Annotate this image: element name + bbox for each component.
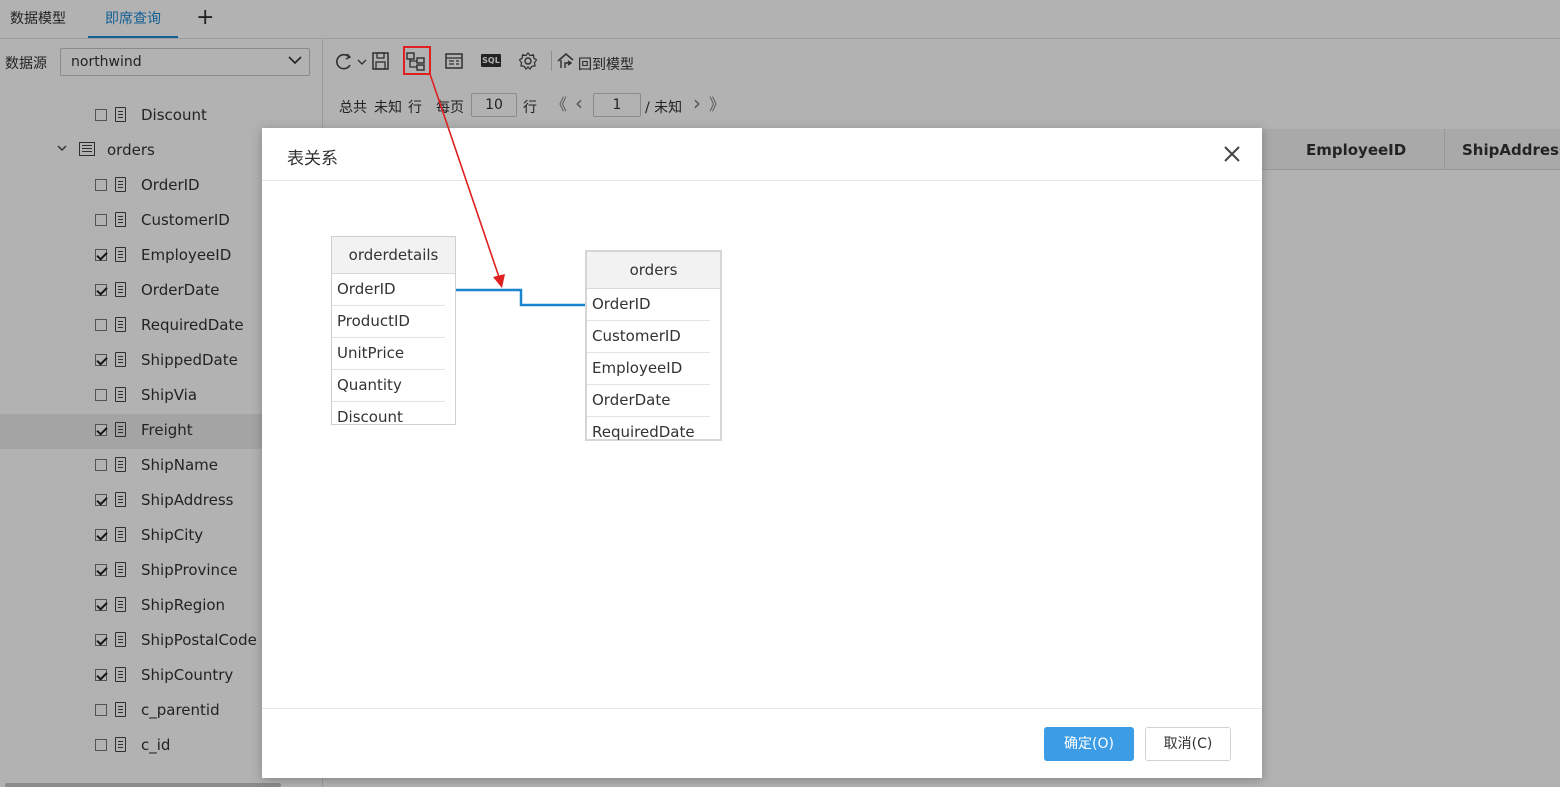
entity-field: Discount xyxy=(337,408,403,426)
entity-orders[interactable]: orders OrderID CustomerID EmployeeID Ord… xyxy=(585,250,722,441)
entity-title: orders xyxy=(587,252,720,289)
entity-title: orderdetails xyxy=(332,237,455,274)
entity-field: ProductID xyxy=(332,306,445,338)
entity-field: UnitPrice xyxy=(332,338,445,370)
dialog-footer: 确定(O) 取消(C) xyxy=(262,708,1262,779)
entity-field: OrderDate xyxy=(587,385,710,417)
entity-field: CustomerID xyxy=(587,321,710,353)
entity-orderdetails[interactable]: orderdetails OrderID ProductID UnitPrice… xyxy=(331,236,456,426)
entity-field: EmployeeID xyxy=(587,353,710,385)
entity-field: Quantity xyxy=(332,370,445,402)
entity-field: OrderID xyxy=(332,274,445,306)
entity-field: RequiredDate xyxy=(592,423,695,441)
entity-field: OrderID xyxy=(587,289,710,321)
table-relation-dialog: 表关系 orderdetails OrderID ProductID UnitP… xyxy=(262,128,1262,778)
cancel-button[interactable]: 取消(C) xyxy=(1145,727,1231,761)
confirm-button[interactable]: 确定(O) xyxy=(1044,727,1134,761)
